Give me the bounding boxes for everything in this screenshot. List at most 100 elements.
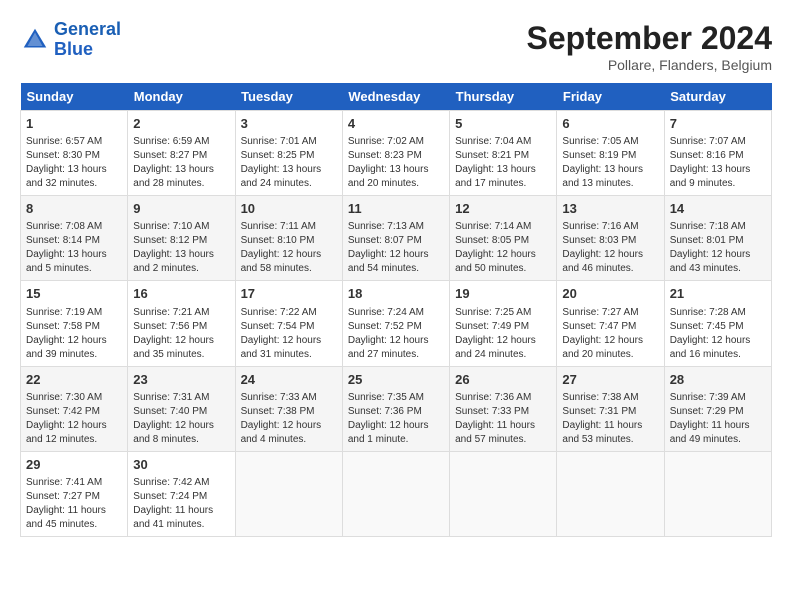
- calendar-cell: 7 Sunrise: 7:07 AMSunset: 8:16 PMDaylight…: [664, 111, 771, 196]
- calendar-cell: 13 Sunrise: 7:16 AMSunset: 8:03 PMDayligh…: [557, 196, 664, 281]
- day-info: Sunrise: 7:08 AMSunset: 8:14 PMDaylight:…: [26, 220, 122, 276]
- day-number: 16: [133, 285, 229, 303]
- calendar-cell: 10Sunrise: 7:11 AMSunset: 8:10 PMDayligh…: [235, 196, 342, 281]
- calendar-cell: 9 Sunrise: 7:10 AMSunset: 8:12 PMDaylight…: [128, 196, 235, 281]
- calendar-cell: 3 Sunrise: 7:01 AMSunset: 8:25 PMDaylight…: [235, 111, 342, 196]
- day-info: Sunrise: 7:05 AMSunset: 8:19 PMDaylight:…: [562, 135, 658, 191]
- day-number: 23: [133, 371, 229, 389]
- calendar-cell: 14 Sunrise: 7:18 AMSunset: 8:01 PMDayligh…: [664, 196, 771, 281]
- day-number: 27: [562, 371, 658, 389]
- logo: General Blue: [20, 20, 121, 60]
- day-info: Sunrise: 7:24 AMSunset: 7:52 PMDaylight:…: [348, 306, 444, 362]
- calendar-cell: 29 Sunrise: 7:41 AMSunset: 7:27 PMDayligh…: [21, 451, 128, 536]
- day-number: 21: [670, 285, 766, 303]
- day-info: Sunrise: 7:13 AMSunset: 8:07 PMDaylight:…: [348, 220, 444, 276]
- calendar-cell: 20 Sunrise: 7:27 AMSunset: 7:47 PMDayligh…: [557, 281, 664, 366]
- calendar-cell: 8 Sunrise: 7:08 AMSunset: 8:14 PMDaylight…: [21, 196, 128, 281]
- calendar-cell: 28 Sunrise: 7:39 AMSunset: 7:29 PMDayligh…: [664, 366, 771, 451]
- calendar-week-row: 29 Sunrise: 7:41 AMSunset: 7:27 PMDayligh…: [21, 451, 772, 536]
- day-info: Sunrise: 7:36 AMSunset: 7:33 PMDaylight:…: [455, 391, 551, 447]
- day-number: 24: [241, 371, 337, 389]
- day-info: Sunrise: 7:35 AMSunset: 7:36 PMDaylight:…: [348, 391, 444, 447]
- calendar-cell: 12 Sunrise: 7:14 AMSunset: 8:05 PMDayligh…: [450, 196, 557, 281]
- logo-text: General Blue: [54, 20, 121, 60]
- weekday-header-friday: Friday: [557, 83, 664, 111]
- day-info: Sunrise: 7:21 AMSunset: 7:56 PMDaylight:…: [133, 306, 229, 362]
- calendar-cell: 5Sunrise: 7:04 AMSunset: 8:21 PMDaylight…: [450, 111, 557, 196]
- calendar-cell: 21 Sunrise: 7:28 AMSunset: 7:45 PMDayligh…: [664, 281, 771, 366]
- day-number: 25: [348, 371, 444, 389]
- calendar-cell: 15 Sunrise: 7:19 AMSunset: 7:58 PMDayligh…: [21, 281, 128, 366]
- day-info: Sunrise: 7:27 AMSunset: 7:47 PMDaylight:…: [562, 306, 658, 362]
- day-info: Sunrise: 7:18 AMSunset: 8:01 PMDaylight:…: [670, 220, 766, 276]
- day-number: 22: [26, 371, 122, 389]
- day-info: Sunrise: 7:39 AMSunset: 7:29 PMDaylight:…: [670, 391, 766, 447]
- day-info: Sunrise: 7:33 AMSunset: 7:38 PMDaylight:…: [241, 391, 337, 447]
- day-number: 30: [133, 456, 229, 474]
- day-info: Sunrise: 7:11 AMSunset: 8:10 PMDaylight:…: [241, 220, 337, 276]
- day-number: 29: [26, 456, 122, 474]
- day-number: 15: [26, 285, 122, 303]
- day-info: Sunrise: 6:57 AMSunset: 8:30 PMDaylight:…: [26, 135, 122, 191]
- calendar-cell: 4Sunrise: 7:02 AMSunset: 8:23 PMDaylight…: [342, 111, 449, 196]
- day-number: 1: [26, 115, 122, 133]
- day-number: 20: [562, 285, 658, 303]
- day-number: 7: [670, 115, 766, 133]
- day-info: Sunrise: 7:38 AMSunset: 7:31 PMDaylight:…: [562, 391, 658, 447]
- day-info: Sunrise: 7:02 AMSunset: 8:23 PMDaylight:…: [348, 135, 444, 191]
- weekday-header-thursday: Thursday: [450, 83, 557, 111]
- calendar-week-row: 1 Sunrise: 6:57 AMSunset: 8:30 PMDaylight…: [21, 111, 772, 196]
- day-info: Sunrise: 7:16 AMSunset: 8:03 PMDaylight:…: [562, 220, 658, 276]
- day-number: 19: [455, 285, 551, 303]
- day-number: 28: [670, 371, 766, 389]
- calendar-cell: [235, 451, 342, 536]
- day-number: 14: [670, 200, 766, 218]
- calendar-cell: 25 Sunrise: 7:35 AMSunset: 7:36 PMDayligh…: [342, 366, 449, 451]
- logo-line2: Blue: [54, 39, 93, 59]
- calendar-cell: 6Sunrise: 7:05 AMSunset: 8:19 PMDaylight…: [557, 111, 664, 196]
- day-number: 13: [562, 200, 658, 218]
- day-info: Sunrise: 7:07 AMSunset: 8:16 PMDaylight:…: [670, 135, 766, 191]
- day-number: 12: [455, 200, 551, 218]
- calendar-cell: 24 Sunrise: 7:33 AMSunset: 7:38 PMDayligh…: [235, 366, 342, 451]
- calendar-table: SundayMondayTuesdayWednesdayThursdayFrid…: [20, 83, 772, 537]
- day-number: 2: [133, 115, 229, 133]
- day-number: 3: [241, 115, 337, 133]
- day-number: 18: [348, 285, 444, 303]
- day-info: Sunrise: 7:30 AMSunset: 7:42 PMDaylight:…: [26, 391, 122, 447]
- calendar-cell: [450, 451, 557, 536]
- day-number: 17: [241, 285, 337, 303]
- calendar-cell: 11 Sunrise: 7:13 AMSunset: 8:07 PMDayligh…: [342, 196, 449, 281]
- calendar-cell: [664, 451, 771, 536]
- weekday-header-tuesday: Tuesday: [235, 83, 342, 111]
- day-info: Sunrise: 7:01 AMSunset: 8:25 PMDaylight:…: [241, 135, 337, 191]
- calendar-header-row: SundayMondayTuesdayWednesdayThursdayFrid…: [21, 83, 772, 111]
- day-info: Sunrise: 7:10 AMSunset: 8:12 PMDaylight:…: [133, 220, 229, 276]
- calendar-cell: 2 Sunrise: 6:59 AMSunset: 8:27 PMDaylight…: [128, 111, 235, 196]
- calendar-cell: 27 Sunrise: 7:38 AMSunset: 7:31 PMDayligh…: [557, 366, 664, 451]
- day-info: Sunrise: 6:59 AMSunset: 8:27 PMDaylight:…: [133, 135, 229, 191]
- day-number: 11: [348, 200, 444, 218]
- calendar-week-row: 22 Sunrise: 7:30 AMSunset: 7:42 PMDayligh…: [21, 366, 772, 451]
- calendar-cell: 30Sunrise: 7:42 AMSunset: 7:24 PMDayligh…: [128, 451, 235, 536]
- calendar-week-row: 8 Sunrise: 7:08 AMSunset: 8:14 PMDaylight…: [21, 196, 772, 281]
- day-info: Sunrise: 7:22 AMSunset: 7:54 PMDaylight:…: [241, 306, 337, 362]
- day-info: Sunrise: 7:04 AMSunset: 8:21 PMDaylight:…: [455, 135, 551, 191]
- calendar-cell: 23 Sunrise: 7:31 AMSunset: 7:40 PMDayligh…: [128, 366, 235, 451]
- day-info: Sunrise: 7:31 AMSunset: 7:40 PMDaylight:…: [133, 391, 229, 447]
- weekday-header-saturday: Saturday: [664, 83, 771, 111]
- calendar-cell: 18 Sunrise: 7:24 AMSunset: 7:52 PMDayligh…: [342, 281, 449, 366]
- page-header: General Blue September 2024 Pollare, Fla…: [20, 20, 772, 73]
- title-block: September 2024 Pollare, Flanders, Belgiu…: [527, 20, 772, 73]
- day-info: Sunrise: 7:28 AMSunset: 7:45 PMDaylight:…: [670, 306, 766, 362]
- month-title: September 2024: [527, 20, 772, 57]
- weekday-header-wednesday: Wednesday: [342, 83, 449, 111]
- day-number: 8: [26, 200, 122, 218]
- calendar-week-row: 15 Sunrise: 7:19 AMSunset: 7:58 PMDayligh…: [21, 281, 772, 366]
- day-info: Sunrise: 7:19 AMSunset: 7:58 PMDaylight:…: [26, 306, 122, 362]
- calendar-body: 1 Sunrise: 6:57 AMSunset: 8:30 PMDaylight…: [21, 111, 772, 537]
- calendar-cell: 22 Sunrise: 7:30 AMSunset: 7:42 PMDayligh…: [21, 366, 128, 451]
- day-info: Sunrise: 7:14 AMSunset: 8:05 PMDaylight:…: [455, 220, 551, 276]
- day-number: 9: [133, 200, 229, 218]
- day-info: Sunrise: 7:41 AMSunset: 7:27 PMDaylight:…: [26, 476, 122, 532]
